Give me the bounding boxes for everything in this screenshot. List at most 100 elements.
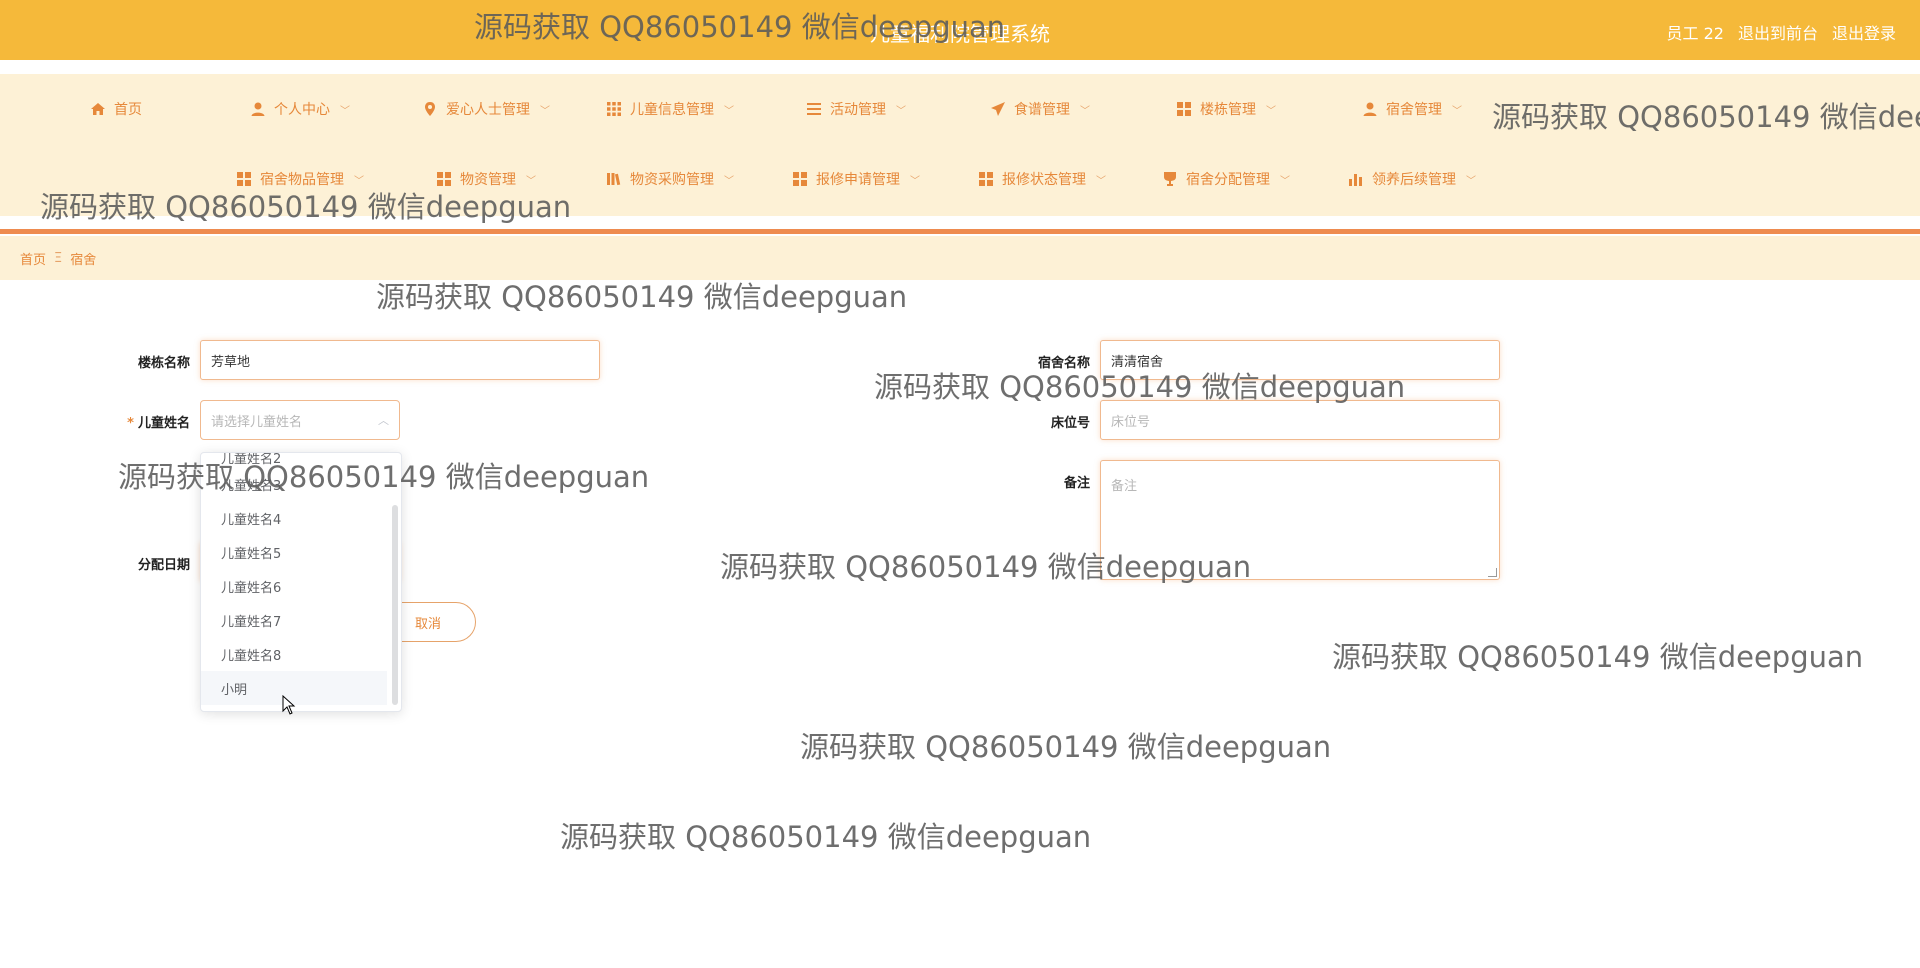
chevron-down-icon: ﹀ bbox=[540, 105, 550, 117]
nav-item-label: 宿舍物品管理 bbox=[260, 172, 344, 188]
grid-icon bbox=[978, 171, 994, 187]
nav-item-volunteer[interactable]: 爱心人士管理 ﹀ bbox=[422, 98, 550, 120]
grid-icon bbox=[606, 101, 622, 117]
nav-item-building[interactable]: 楼栋管理 ﹀ bbox=[1176, 98, 1276, 120]
building-label: 楼栋名称 bbox=[137, 356, 190, 371]
nav-item-dorm[interactable]: 宿舍管理 ﹀ bbox=[1362, 98, 1462, 120]
nav-item-label: 物资采购管理 bbox=[630, 172, 714, 188]
nav-item-activity[interactable]: 活动管理 ﹀ bbox=[806, 98, 906, 120]
remark-textarea[interactable]: 备注 bbox=[1100, 460, 1500, 580]
dropdown-item[interactable]: 儿童姓名6 bbox=[201, 569, 387, 603]
nav-item-purchase[interactable]: 物资采购管理 ﹀ bbox=[606, 168, 734, 190]
watermark: 源码获取 QQ86050149 微信deepguan bbox=[800, 730, 1332, 764]
dropdown-item[interactable]: 儿童姓名8 bbox=[201, 637, 387, 671]
list-icon bbox=[806, 101, 822, 117]
grid-icon bbox=[436, 171, 452, 187]
chevron-down-icon: ﹀ bbox=[724, 105, 734, 117]
watermark: 源码获取 QQ86050149 微信deepguan bbox=[1332, 640, 1864, 674]
nav-item-label: 个人中心 bbox=[274, 102, 330, 118]
dropdown-item[interactable]: 儿童姓名4 bbox=[201, 501, 387, 535]
chevron-down-icon: ﹀ bbox=[1280, 175, 1290, 187]
logout-link[interactable]: 退出登录 bbox=[1832, 20, 1896, 44]
remark-label: 备注 bbox=[1063, 476, 1090, 491]
chevron-down-icon: ﹀ bbox=[896, 105, 906, 117]
child-name-label-text: 儿童姓名 bbox=[137, 416, 190, 431]
nav-item-dorm-goods[interactable]: 宿舍物品管理 ﹀ bbox=[236, 168, 364, 190]
main-nav: 首页 个人中心 ﹀ 爱心人士管理 ﹀ 儿童信息管理 ﹀ 活动管理 ﹀ 食谱管理 … bbox=[0, 74, 1920, 216]
nav-item-label: 领养后续管理 bbox=[1372, 172, 1456, 188]
nav-item-label: 宿舍分配管理 bbox=[1186, 172, 1270, 188]
chevron-down-icon: ﹀ bbox=[1452, 105, 1462, 117]
home-icon bbox=[90, 101, 106, 117]
assign-date-label: 分配日期 bbox=[137, 558, 190, 573]
user-name: 员工 22 bbox=[1666, 24, 1724, 43]
chevron-down-icon: ﹀ bbox=[340, 105, 350, 117]
nav-item-label: 报修状态管理 bbox=[1002, 172, 1086, 188]
dropdown-item[interactable]: 儿童姓名2 bbox=[201, 453, 387, 467]
breadcrumb-items: 首页 Ξ 宿舍 bbox=[20, 249, 96, 268]
breadcrumb-current: 宿舍 bbox=[70, 252, 97, 268]
user-area: 员工 22 退出到前台 退出登录 bbox=[1667, 20, 1896, 44]
child-name-select[interactable]: 请选择儿童姓名 ︿ bbox=[200, 400, 400, 440]
chevron-up-icon: ︿ bbox=[378, 414, 389, 427]
chevron-down-icon: ﹀ bbox=[1080, 105, 1090, 117]
required-mark: * bbox=[127, 416, 134, 431]
user-icon bbox=[1362, 101, 1378, 117]
grid-icon bbox=[1176, 101, 1192, 117]
nav-item-adoption-followup[interactable]: 领养后续管理 ﹀ bbox=[1348, 168, 1476, 190]
remark-placeholder: 备注 bbox=[1111, 479, 1138, 494]
nav-item-label: 食谱管理 bbox=[1014, 102, 1070, 118]
chevron-down-icon: ﹀ bbox=[1266, 105, 1276, 117]
breadcrumb-home[interactable]: 首页 bbox=[20, 249, 46, 268]
child-name-placeholder: 请选择儿童姓名 bbox=[211, 414, 303, 430]
chevron-down-icon: ﹀ bbox=[526, 175, 536, 187]
user-icon bbox=[250, 101, 266, 117]
chevron-down-icon: ﹀ bbox=[1096, 175, 1106, 187]
nav-item-label: 活动管理 bbox=[830, 102, 886, 118]
nav-item-supplies[interactable]: 物资管理 ﹀ bbox=[436, 168, 536, 190]
child-name-label: * 儿童姓名 bbox=[80, 412, 190, 431]
building-input[interactable]: 芳草地 bbox=[200, 340, 600, 380]
nav-row-1: 首页 个人中心 ﹀ 爱心人士管理 ﹀ 儿童信息管理 ﹀ 活动管理 ﹀ 食谱管理 … bbox=[0, 74, 1920, 144]
nav-item-label: 楼栋管理 bbox=[1200, 102, 1256, 118]
nav-item-child-info[interactable]: 儿童信息管理 ﹀ bbox=[606, 98, 734, 120]
nav-item-home[interactable]: 首页 bbox=[90, 98, 142, 120]
send-icon bbox=[990, 101, 1006, 117]
nav-item-repair-request[interactable]: 报修申请管理 ﹀ bbox=[792, 168, 920, 190]
nav-item-recipe[interactable]: 食谱管理 ﹀ bbox=[990, 98, 1090, 120]
dropdown-scrollbar[interactable] bbox=[392, 505, 398, 705]
bed-label: 床位号 bbox=[1050, 416, 1090, 431]
nav-item-personal-center[interactable]: 个人中心 ﹀ bbox=[250, 98, 350, 120]
nav-item-label: 宿舍管理 bbox=[1386, 102, 1442, 118]
resize-handle-icon[interactable] bbox=[1488, 568, 1497, 577]
dorm-name-label: 宿舍名称 bbox=[1037, 356, 1090, 371]
nav-divider bbox=[0, 229, 1920, 234]
grid-icon bbox=[236, 171, 252, 187]
child-name-dropdown: 儿童姓名2 儿童姓名3 儿童姓名4 儿童姓名5 儿童姓名6 儿童姓名7 儿童姓名… bbox=[200, 452, 402, 712]
dorm-name-input[interactable]: 清清宿舍 bbox=[1100, 340, 1500, 380]
dropdown-item[interactable]: 儿童姓名3 bbox=[201, 467, 387, 501]
breadcrumb-separator: Ξ bbox=[54, 250, 63, 266]
chevron-down-icon: ﹀ bbox=[910, 175, 920, 187]
nav-item-label: 报修申请管理 bbox=[816, 172, 900, 188]
chevron-down-icon: ﹀ bbox=[724, 175, 734, 187]
library-icon bbox=[606, 171, 622, 187]
trophy-icon bbox=[1162, 171, 1178, 187]
nav-item-repair-status[interactable]: 报修状态管理 ﹀ bbox=[978, 168, 1106, 190]
dropdown-item[interactable]: 儿童姓名5 bbox=[201, 535, 387, 569]
watermark: 源码获取 QQ86050149 微信deepguan bbox=[376, 280, 908, 314]
nav-item-label: 首页 bbox=[114, 102, 142, 118]
dropdown-item[interactable]: 儿童姓名7 bbox=[201, 603, 387, 637]
nav-row-2: 宿舍物品管理 ﹀ 物资管理 ﹀ 物资采购管理 ﹀ 报修申请管理 ﹀ 报修状态管理… bbox=[0, 144, 1920, 214]
back-to-front-link[interactable]: 退出到前台 bbox=[1738, 20, 1818, 44]
nav-item-label: 物资管理 bbox=[460, 172, 516, 188]
location-pin-icon bbox=[422, 101, 438, 117]
grid-icon bbox=[792, 171, 808, 187]
mouse-cursor-icon bbox=[282, 695, 296, 715]
bed-input[interactable]: 床位号 bbox=[1100, 400, 1500, 440]
breadcrumb: 首页 Ξ 宿舍 bbox=[0, 236, 1920, 280]
chevron-down-icon: ﹀ bbox=[354, 175, 364, 187]
nav-item-label: 儿童信息管理 bbox=[630, 102, 714, 118]
nav-item-label: 爱心人士管理 bbox=[446, 102, 530, 118]
nav-item-dorm-assign[interactable]: 宿舍分配管理 ﹀ bbox=[1162, 168, 1290, 190]
